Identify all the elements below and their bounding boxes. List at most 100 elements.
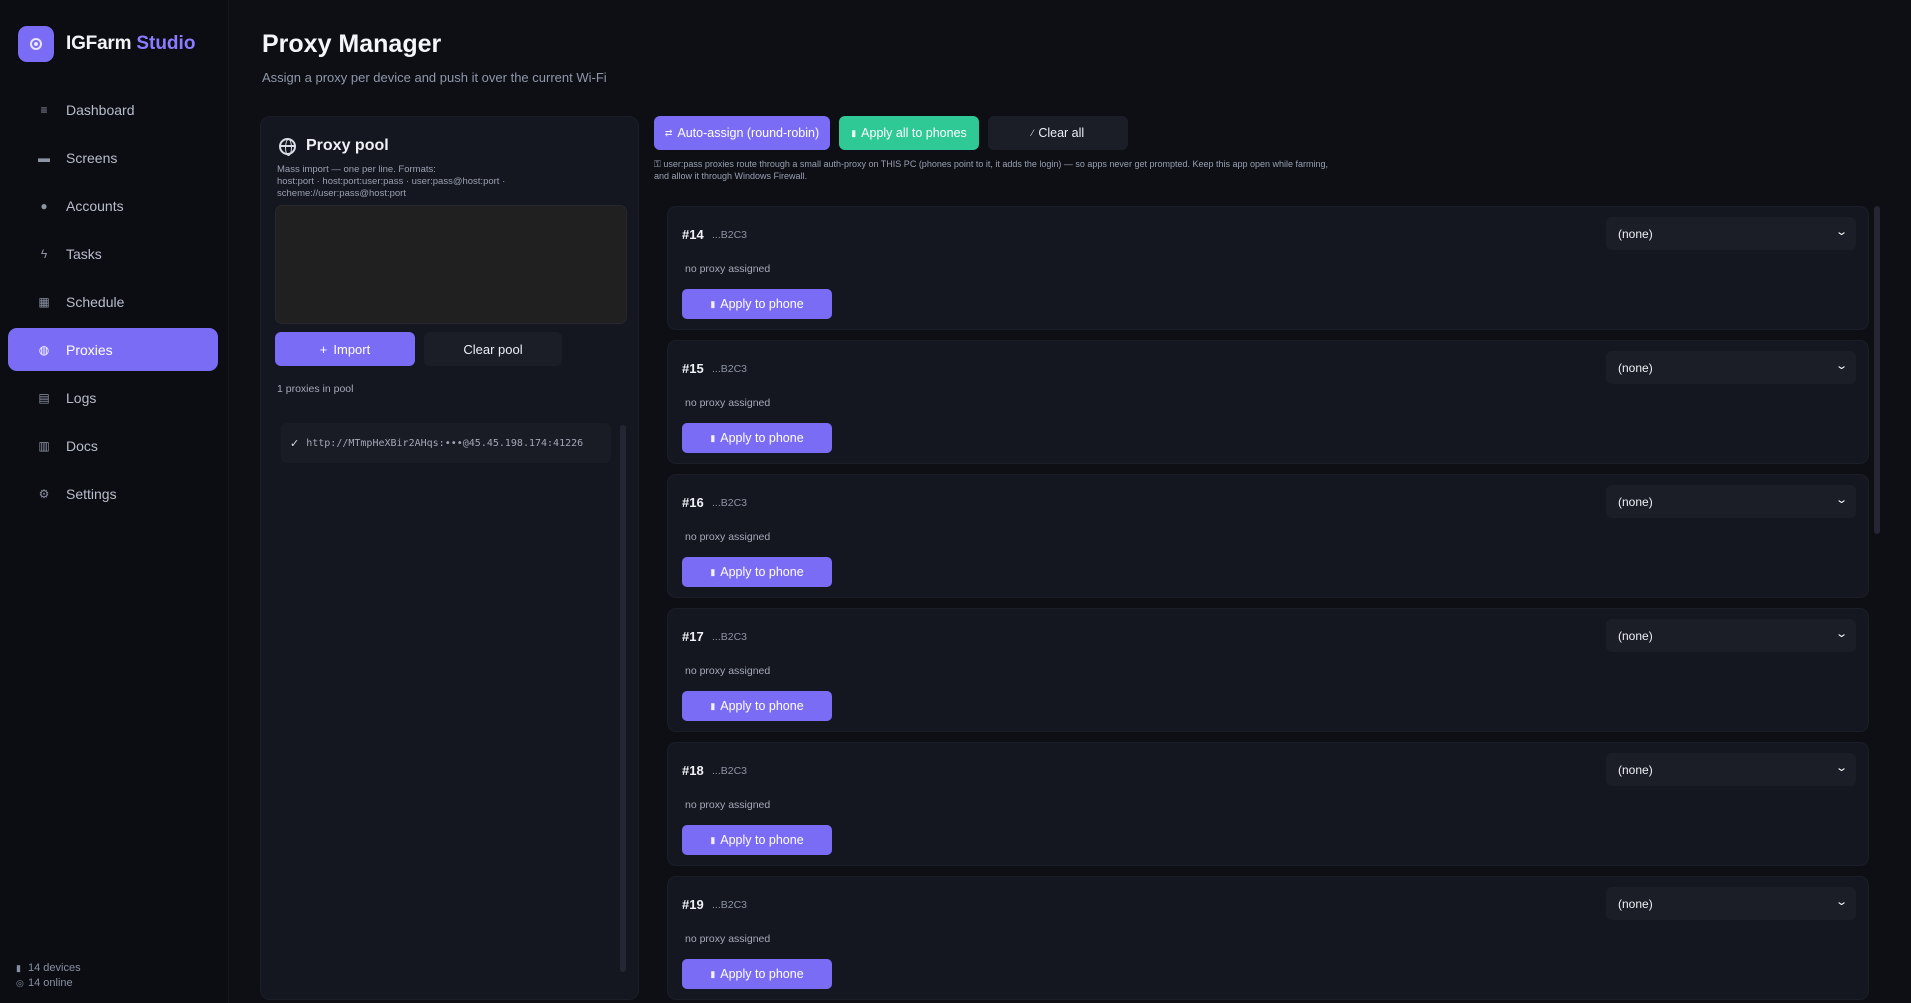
sidebar-item-settings[interactable]: ⚙ Settings: [8, 472, 218, 515]
sidebar-item-proxies[interactable]: ◍ Proxies: [8, 328, 218, 371]
device-id: #18: [682, 763, 704, 778]
sidebar-item-label: Logs: [66, 389, 97, 406]
proxy-import-textarea[interactable]: [275, 205, 627, 324]
chevron-down-icon: ⌄: [1834, 494, 1848, 506]
device-card: #16 ...B2C3 no proxy assigned ▮ Apply to …: [667, 474, 1869, 598]
apply-to-phone-label: Apply to phone: [720, 833, 804, 847]
brand[interactable]: IGFarm Studio: [18, 26, 195, 62]
sidebar-item-dashboard[interactable]: ≡ Dashboard: [8, 88, 218, 131]
sidebar-item-label: Screens: [66, 149, 118, 166]
brand-accent: Studio: [136, 33, 196, 54]
device-serial: ...B2C3: [712, 363, 748, 375]
phone-icon: ▮: [710, 700, 716, 711]
user-icon: ●: [40, 198, 48, 213]
page-subtitle: Assign a proxy per device and push it ov…: [262, 70, 607, 85]
proxy-pool-title: Proxy pool: [306, 137, 389, 154]
help-line: host:port · host:port:user:pass · user:p…: [277, 176, 506, 187]
sidebar-item-schedule[interactable]: ▦ Schedule: [8, 280, 218, 323]
book-icon: ▥: [38, 438, 50, 453]
phone-icon: ▮: [710, 834, 716, 845]
proxy-select[interactable]: (none) ⌄: [1606, 217, 1856, 250]
online-count: 14 online: [28, 977, 73, 989]
apply-to-phone-label: Apply to phone: [720, 565, 804, 579]
proxy-select[interactable]: (none) ⌄: [1606, 485, 1856, 518]
auth-proxy-note: ⚿ user:pass proxies route through a smal…: [654, 158, 1414, 182]
apply-to-phone-button[interactable]: ▮ Apply to phone: [682, 289, 832, 319]
sidebar-item-label: Docs: [66, 437, 98, 454]
phone-icon: ▮: [710, 432, 716, 443]
apply-all-button[interactable]: ▮ Apply all to phones: [839, 116, 979, 150]
apply-to-phone-button[interactable]: ▮ Apply to phone: [682, 959, 832, 989]
chevron-down-icon: ⌄: [1834, 762, 1848, 774]
proxy-status: no proxy assigned: [685, 397, 771, 409]
chevron-down-icon: ⌄: [1834, 226, 1848, 238]
sidebar-item-accounts[interactable]: ● Accounts: [8, 184, 218, 227]
proxy-status: no proxy assigned: [685, 933, 771, 945]
apply-to-phone-label: Apply to phone: [720, 297, 804, 311]
note-line: user:pass proxies route through a small …: [663, 159, 1329, 169]
phone-icon: ▮: [851, 127, 857, 138]
sidebar-item-screens[interactable]: ▬ Screens: [8, 136, 218, 179]
phone-icon: ▮: [710, 968, 716, 979]
device-list-scrollbar[interactable]: [1874, 206, 1880, 534]
proxy-select-value: (none): [1618, 494, 1653, 509]
device-id: #16: [682, 495, 704, 510]
sidebar-item-label: Schedule: [66, 293, 125, 310]
page-title: Proxy Manager: [262, 30, 442, 58]
import-button[interactable]: + Import: [275, 332, 415, 366]
auto-assign-button[interactable]: ⇄ Auto-assign (round-robin): [654, 116, 830, 150]
list-icon: ≡: [40, 102, 48, 117]
lock-icon: ⚿: [654, 159, 664, 169]
device-id: #14: [682, 227, 704, 242]
clear-all-button[interactable]: ⁄ Clear all: [988, 116, 1128, 150]
gear-icon: ⚙: [38, 486, 50, 501]
sidebar-item-docs[interactable]: ▥ Docs: [8, 424, 218, 467]
target-icon: [18, 26, 54, 62]
proxy-select[interactable]: (none) ⌄: [1606, 619, 1856, 652]
proxy-select-value: (none): [1618, 628, 1653, 643]
phone-icon: ▮: [710, 298, 716, 309]
device-summary: ▮ 14 devices ◎ 14 online: [16, 961, 81, 991]
apply-to-phone-button[interactable]: ▮ Apply to phone: [682, 691, 832, 721]
online-icon: ◎: [16, 978, 24, 988]
import-button-label: Import: [333, 341, 371, 357]
sidebar-nav: ≡ Dashboard ▬ Screens ● Accounts ϟ Tasks ▦ Sc…: [8, 88, 218, 520]
proxy-select[interactable]: (none) ⌄: [1606, 351, 1856, 384]
proxy-select[interactable]: (none) ⌄: [1606, 887, 1856, 920]
apply-to-phone-button[interactable]: ▮ Apply to phone: [682, 423, 832, 453]
plus-icon: +: [319, 341, 328, 357]
proxy-select-value: (none): [1618, 360, 1653, 375]
sidebar-item-label: Tasks: [66, 245, 102, 262]
devices-count: 14 devices: [28, 962, 81, 974]
sidebar-item-label: Proxies: [66, 341, 113, 358]
phone-icon: ▮: [16, 963, 21, 973]
device-serial: ...B2C3: [712, 899, 748, 911]
broom-icon: ⁄: [1031, 128, 1034, 138]
apply-all-label: Apply all to phones: [861, 126, 967, 140]
check-icon: ✓: [290, 436, 300, 450]
help-line: scheme://user:pass@host:port: [277, 188, 406, 199]
device-serial: ...B2C3: [712, 229, 748, 241]
proxy-select[interactable]: (none) ⌄: [1606, 753, 1856, 786]
proxy-status: no proxy assigned: [685, 263, 771, 275]
sidebar-item-tasks[interactable]: ϟ Tasks: [8, 232, 218, 275]
pool-scrollbar[interactable]: [620, 425, 626, 972]
pool-count: 1 proxies in pool: [277, 383, 354, 395]
apply-to-phone-button[interactable]: ▮ Apply to phone: [682, 825, 832, 855]
document-icon: ▤: [38, 390, 50, 405]
sidebar-item-label: Accounts: [66, 197, 124, 214]
help-line: Mass import — one per line. Formats:: [277, 164, 436, 175]
device-card: #17 ...B2C3 no proxy assigned ▮ Apply to …: [667, 608, 1869, 732]
chevron-down-icon: ⌄: [1834, 896, 1848, 908]
note-line: and allow it through Windows Firewall.: [654, 171, 808, 181]
sidebar-item-label: Dashboard: [66, 101, 135, 118]
proxy-entry-text: http://MTmpHeXBir2AHqs:•••@45.45.198.174…: [306, 437, 584, 449]
device-id: #15: [682, 361, 704, 376]
list-item[interactable]: ✓ http://MTmpHeXBir2AHqs:•••@45.45.198.1…: [281, 423, 611, 463]
clear-pool-button[interactable]: Clear pool: [424, 332, 562, 366]
device-card: #18 ...B2C3 no proxy assigned ▮ Apply to …: [667, 742, 1869, 866]
sidebar-item-logs[interactable]: ▤ Logs: [8, 376, 218, 419]
device-list: #14 ...B2C3 no proxy assigned ▮ Apply to …: [667, 206, 1869, 1003]
proxy-status: no proxy assigned: [685, 799, 771, 811]
apply-to-phone-button[interactable]: ▮ Apply to phone: [682, 557, 832, 587]
